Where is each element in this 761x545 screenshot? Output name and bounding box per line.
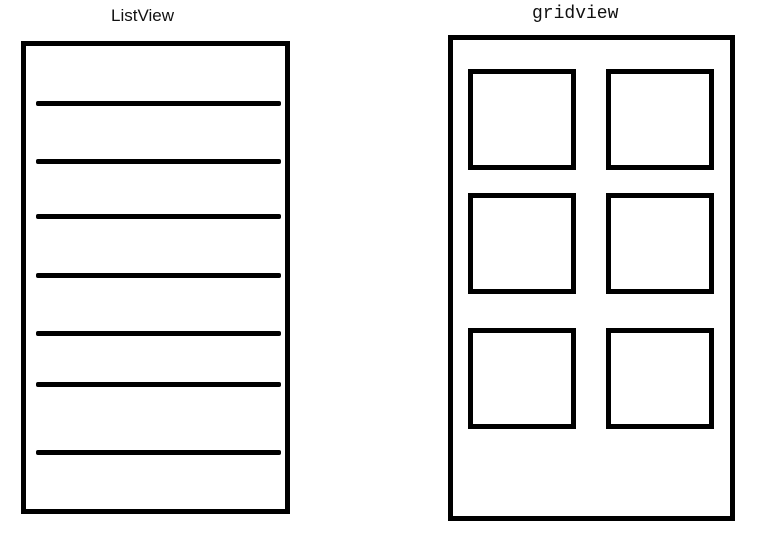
list-row-divider-2 — [36, 159, 281, 164]
list-row-divider-4 — [36, 273, 281, 278]
grid-cell-5 — [468, 328, 576, 429]
grid-cell-3 — [468, 193, 576, 294]
grid-cell-6 — [606, 328, 714, 429]
list-row-divider-6 — [36, 382, 281, 387]
list-row-divider-1 — [36, 101, 281, 106]
list-row-divider-3 — [36, 214, 281, 219]
list-row-divider-5 — [36, 331, 281, 336]
gridview-title: gridview — [532, 4, 619, 24]
list-row-divider-7 — [36, 450, 281, 455]
grid-cell-2 — [606, 69, 714, 170]
listview-title: ListView — [111, 6, 174, 25]
gridview-frame — [448, 35, 735, 521]
listview-frame — [21, 41, 290, 514]
grid-cell-4 — [606, 193, 714, 294]
grid-cell-1 — [468, 69, 576, 170]
